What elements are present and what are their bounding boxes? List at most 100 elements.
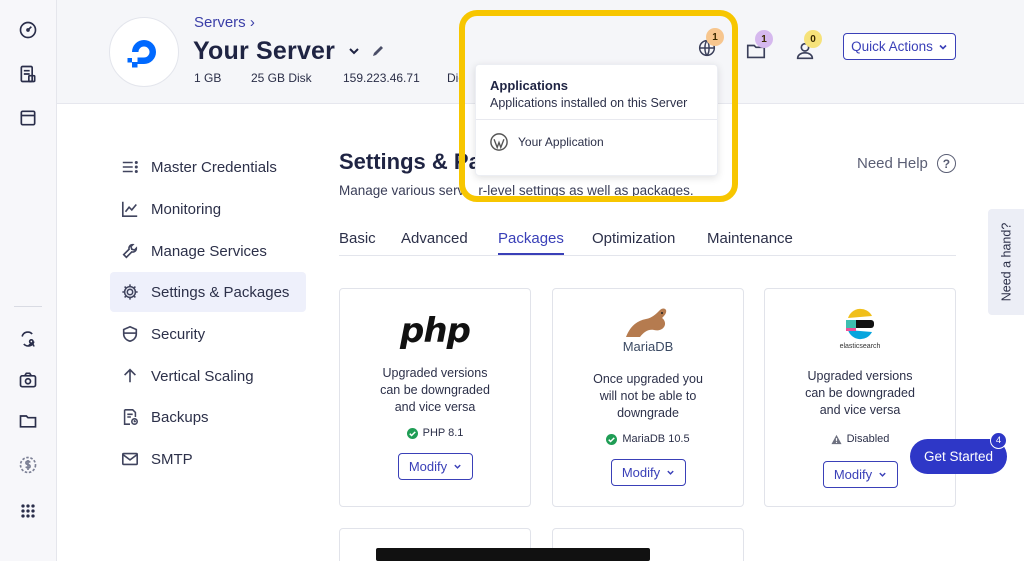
chevron-down-icon[interactable] [347,44,361,58]
need-help-link[interactable]: Need Help ? [857,154,956,173]
server-location: Dig [447,71,466,85]
popup-app-name: Your Application [518,135,604,149]
popup-app-item[interactable]: Your Application [490,133,604,151]
elasticsearch-mark-icon [846,308,874,340]
folder-badge: 1 [755,30,773,48]
digitalocean-logo [109,17,179,87]
applications-popup: Applications Applications installed on t… [475,64,718,176]
package-status-text: Disabled [846,433,890,445]
tab-advanced[interactable]: Advanced [401,230,468,253]
sidebar-item-label: Vertical Scaling [151,367,254,385]
package-card-php: php Upgraded versions can be downgraded … [339,288,531,507]
tab-basic[interactable]: Basic [339,230,376,253]
sidebar-item-manage-services[interactable]: Manage Services [110,231,306,271]
pencil-edit-icon[interactable] [371,44,385,58]
www-badge: 1 [706,28,724,46]
server-ip: 159.223.46.71 [343,71,420,85]
server-list-icon[interactable] [17,63,39,85]
sidebar-item-label: Security [151,325,206,343]
sidebar-item-label: SMTP [151,450,193,468]
chevron-down-icon [879,472,886,477]
sidebar-item-label: Monitoring [151,200,222,218]
rail-divider [14,306,42,307]
tab-maintenance[interactable]: Maintenance [707,230,793,253]
sidebar-item-smtp[interactable]: SMTP [110,439,306,479]
package-status: MariaDB 10.5 [553,433,743,445]
get-started-label: Get Started [923,449,994,464]
sidebar-item-label: Settings & Packages [151,283,290,301]
team-sync-icon[interactable] [17,328,39,350]
package-description: Once upgraded you will not be able to do… [593,372,703,420]
popup-divider [476,119,717,120]
chart-line-icon [120,199,140,219]
check-circle-icon [606,433,618,445]
package-version: MariaDB 10.5 [622,433,690,445]
sidebar-item-settings-packages[interactable]: Settings & Packages [110,272,306,312]
mail-icon [120,449,140,469]
sidebar-item-label: Master Credentials [151,158,277,176]
package-card-mariadb: MariaDB Once upgraded you will not be ab… [552,288,744,507]
modify-label: Modify [833,467,873,482]
sidebar-item-vertical-scaling[interactable]: Vertical Scaling [110,356,306,396]
billing-dollar-icon[interactable] [17,454,39,476]
package-status: PHP 8.1 [340,427,530,439]
apps-grid-icon[interactable] [17,500,39,522]
sidebar-item-master-credentials[interactable]: Master Credentials [110,147,306,187]
chevron-down-icon [939,44,947,50]
dashboard-gauge-icon[interactable] [17,19,39,41]
redaction-bar [376,548,650,561]
question-circle-icon: ? [936,154,956,173]
sidebar-item-monitoring[interactable]: Monitoring [110,189,306,229]
check-circle-icon [406,427,418,439]
breadcrumb-servers[interactable]: Servers › [194,14,255,31]
chevron-down-icon [454,464,461,469]
list-icon [120,157,140,177]
sidebar-item-backups[interactable]: Backups [110,397,306,437]
gear-icon [120,282,140,302]
package-version: PHP 8.1 [422,427,464,439]
page-subtitle-right: r-level settings as well as packages. [478,183,694,198]
modify-button[interactable]: Modify [611,459,686,486]
need-help-label: Need Help [857,155,928,172]
page-subtitle-left: Manage various serv [339,183,465,198]
need-a-hand-tab[interactable]: Need a hand? [988,209,1024,315]
settings-tabs: Basic Advanced Packages Optimization Mai… [339,228,956,256]
need-a-hand-label: Need a hand? [999,222,1014,302]
wordpress-icon [490,133,508,151]
warning-icon [831,434,842,444]
modify-label: Modify [621,465,661,480]
elasticsearch-logo: elasticsearch [765,307,955,350]
page-title: Settings & Pa [339,149,481,174]
backup-file-icon [120,407,140,427]
package-card-elasticsearch: elasticsearch Upgraded versions can be d… [764,288,956,507]
server-ram: 1 GB [194,71,222,85]
left-rail [0,0,57,561]
modify-button[interactable]: Modify [823,461,898,488]
mariadb-logo: MariaDB [553,307,743,354]
quick-actions-label: Quick Actions [851,39,933,54]
php-logo: php [400,311,471,351]
browser-window-icon[interactable] [17,107,39,129]
sidebar-item-security[interactable]: Security [110,314,306,354]
sidebar-item-label: Manage Services [151,242,267,260]
chevron-down-icon [667,470,674,475]
camera-settings-icon[interactable] [17,369,39,391]
get-started-badge: 4 [990,432,1007,449]
sidebar-item-label: Backups [151,408,209,426]
folder-icon[interactable] [17,410,39,432]
seal-icon [626,308,667,337]
server-disk: 25 GB Disk [251,71,312,85]
arrow-up-icon [120,366,140,386]
user-badge: 0 [804,30,822,48]
wrench-icon [120,241,140,261]
shield-icon [120,324,140,344]
quick-actions-button[interactable]: Quick Actions [843,33,956,60]
server-name: Your Server [193,37,336,65]
tab-packages[interactable]: Packages [498,230,564,255]
modify-button[interactable]: Modify [398,453,473,480]
tab-optimization[interactable]: Optimization [592,230,675,253]
package-description: Upgraded versions can be downgraded and … [380,366,490,414]
modify-label: Modify [408,459,448,474]
package-description: Upgraded versions can be downgraded and … [805,369,915,417]
popup-subtitle: Applications installed on this Server [490,96,688,110]
